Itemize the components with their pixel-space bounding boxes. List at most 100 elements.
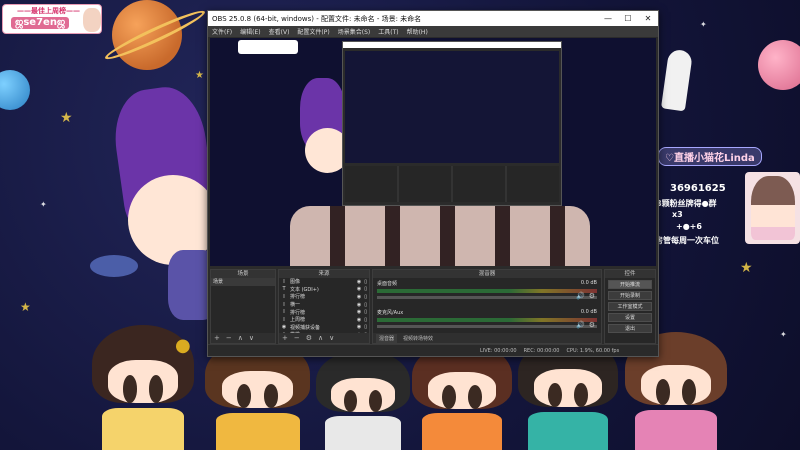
star-decoration: ✦ <box>780 330 787 339</box>
speaker-icon[interactable]: 🔊 <box>576 321 585 329</box>
tab-mixer[interactable]: 混音器 <box>376 333 398 343</box>
multiplier: x3 <box>672 210 683 219</box>
track-db: 0.0 dB <box>580 309 597 315</box>
move-up-icon[interactable]: ∧ <box>318 334 323 342</box>
source-name: 视频捕获设备 <box>290 324 321 331</box>
bottom-line: 房管每周一次车位 <box>655 236 719 245</box>
scenes-title: 场景 <box>211 270 275 278</box>
lock-icon[interactable]: ▯ <box>364 286 367 292</box>
lock-icon[interactable]: ▯ <box>364 317 367 323</box>
cpu-status: CPU: 1.9%, 60.00 fps <box>566 347 620 354</box>
lock-icon[interactable]: ▯ <box>364 302 367 308</box>
eye-icon[interactable]: ◉ <box>357 317 361 323</box>
gear-icon[interactable]: ⚙ <box>589 321 595 329</box>
volume-meter <box>377 318 597 322</box>
gear-icon[interactable]: ⚙ <box>306 334 312 342</box>
source-name: 横一 <box>290 302 301 309</box>
move-down-icon[interactable]: ∨ <box>329 334 334 342</box>
star-decoration: ★ <box>195 70 204 81</box>
menu-file[interactable]: 文件(F) <box>212 27 232 36</box>
menu-edit[interactable]: 编辑(E) <box>240 27 260 36</box>
remove-icon[interactable]: − <box>294 334 300 342</box>
sources-list: I 图像 ◉ ▯ T 文本 (GDI+) ◉ ▯ I 排行榜 ◉ ▯ I 横一 ◉ ▯ I 排行榜 ◉ ▯ I 上周榜 ◉ ▯… <box>279 278 369 339</box>
planet-graphic <box>758 40 800 90</box>
star-decoration: ★ <box>740 260 753 276</box>
webcam-character <box>751 176 795 240</box>
sources-toolbar: + − ⚙ ∧ ∨ <box>279 333 369 343</box>
lock-icon[interactable]: ▯ <box>364 309 367 315</box>
camera-caption: ♡直播小猫花Linda <box>658 147 762 166</box>
source-item[interactable]: I 排行榜 ◉ ▯ <box>279 308 369 316</box>
title-bar[interactable]: OBS 25.0.8 (64-bit, windows) - 配置文件: 未命名… <box>208 11 658 26</box>
remove-icon[interactable]: − <box>226 334 232 342</box>
source-name: 排行榜 <box>290 309 306 316</box>
star-decoration: ● <box>175 335 191 356</box>
volume-slider[interactable] <box>377 325 597 328</box>
source-item[interactable]: I 上周榜 ◉ ▯ <box>279 316 369 324</box>
scenes-toolbar: + − ∧ ∨ <box>211 333 275 343</box>
source-type-icon: I <box>283 278 285 285</box>
studio-mode-button[interactable]: 工作室模式 <box>608 302 652 311</box>
eye-icon[interactable]: ◉ <box>357 279 361 285</box>
track-name: 桌面音频 <box>377 281 398 287</box>
lock-icon[interactable]: ▯ <box>364 324 367 330</box>
mixer-dock: 混音器 桌面音频 0.0 dB 🔊 ⚙ 麦克风/Aux 0.0 dB 🔊 ⚙ 混音器… <box>372 269 602 344</box>
scene-item[interactable]: 场景 <box>211 278 275 286</box>
star-decoration: ✦ <box>40 200 47 209</box>
lock-icon[interactable]: ▯ <box>364 294 367 300</box>
star-decoration: ★ <box>20 300 31 314</box>
rec-status: REC: 00:00:00 <box>523 347 560 354</box>
source-name: 上周榜 <box>290 317 306 324</box>
add-icon[interactable]: + <box>214 334 220 342</box>
gear-icon[interactable]: ⚙ <box>589 292 595 300</box>
window-title: OBS 25.0.8 (64-bit, windows) - 配置文件: 未命名… <box>212 14 422 23</box>
menu-profile[interactable]: 配置文件(P) <box>297 27 329 36</box>
scenes-dock: 场景 场景 + − ∧ ∨ <box>210 269 276 344</box>
move-down-icon[interactable]: ∨ <box>249 334 254 342</box>
close-icon[interactable]: ✕ <box>638 11 658 26</box>
eye-icon[interactable]: ◉ <box>357 309 361 315</box>
chibi-character <box>316 350 410 450</box>
source-item[interactable]: ◉ 视频捕获设备 ◉ ▯ <box>279 324 369 332</box>
controls-title: 控件 <box>605 270 655 278</box>
source-item[interactable]: T 文本 (GDI+) ◉ ▯ <box>279 286 369 294</box>
eye-icon[interactable]: ◉ <box>357 294 361 300</box>
source-type-icon: T <box>282 286 286 293</box>
lock-icon[interactable]: ▯ <box>364 279 367 285</box>
minimize-icon[interactable]: — <box>598 11 618 26</box>
eye-icon[interactable]: ◉ <box>357 302 361 308</box>
add-icon[interactable]: + <box>282 334 288 342</box>
source-item[interactable]: I 排行榜 ◉ ▯ <box>279 293 369 301</box>
camera-frame <box>745 172 800 244</box>
menu-scene-collection[interactable]: 场景集合(S) <box>338 27 371 36</box>
dock-panels: 场景 场景 + − ∧ ∨ 来源 I 图像 ◉ ▯ T 文本 (GDI+) ◉ ▯ I 排行榜 ◉ ▯… <box>210 269 656 344</box>
start-streaming-button[interactable]: 开始推流 <box>608 280 652 289</box>
preview-badge <box>238 40 298 54</box>
settings-button[interactable]: 设置 <box>608 313 652 322</box>
menu-help[interactable]: 帮助(H) <box>407 27 428 36</box>
mixer-track-mic: 麦克风/Aux 0.0 dB 🔊 ⚙ <box>377 309 597 336</box>
track-db: 0.0 dB <box>580 280 597 286</box>
start-recording-button[interactable]: 开始录制 <box>608 291 652 300</box>
sources-title: 来源 <box>279 270 369 278</box>
menu-tools[interactable]: 工具(T) <box>378 27 398 36</box>
speaker-icon[interactable]: 🔊 <box>576 292 585 300</box>
streamer-tag: ஜse7enஜ <box>11 17 70 29</box>
source-item[interactable]: I 横一 ◉ ▯ <box>279 301 369 309</box>
source-item[interactable]: I 图像 ◉ ▯ <box>279 278 369 286</box>
exit-button[interactable]: 退出 <box>608 324 652 333</box>
move-up-icon[interactable]: ∧ <box>238 334 243 342</box>
menu-view[interactable]: 查看(V) <box>269 27 290 36</box>
tab-transitions[interactable]: 视频转场特效 <box>403 335 433 342</box>
preview-canvas[interactable] <box>210 38 656 266</box>
planet-graphic <box>0 70 30 110</box>
streamer-badge: ——最佳上周榜—— ஜse7enஜ <box>2 4 102 34</box>
source-name: 排行榜 <box>290 294 306 301</box>
volume-slider[interactable] <box>377 296 597 299</box>
star-decoration: ★ <box>60 110 73 126</box>
obs-window[interactable]: OBS 25.0.8 (64-bit, windows) - 配置文件: 未命名… <box>207 10 659 357</box>
maximize-icon[interactable]: ☐ <box>618 11 638 26</box>
eye-icon[interactable]: ◉ <box>357 324 361 330</box>
eye-icon[interactable]: ◉ <box>357 286 361 292</box>
plus-line: +●+6 <box>676 222 702 231</box>
